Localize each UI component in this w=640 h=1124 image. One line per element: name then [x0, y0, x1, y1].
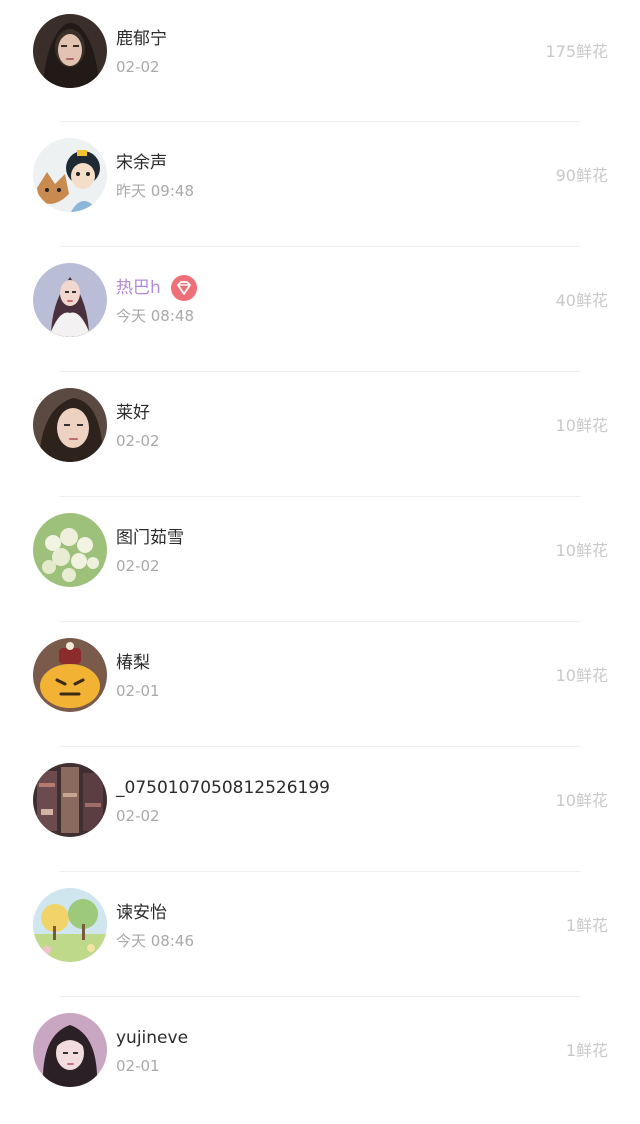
flower-count: 10鲜花 — [555, 541, 608, 560]
list-item[interactable]: 莱好 02-02 10鲜花 — [0, 374, 640, 499]
list-item[interactable]: 热巴h 今天 08:48 40鲜花 — [0, 249, 640, 374]
list-item[interactable]: 椿梨 02-01 10鲜花 — [0, 624, 640, 749]
avatar[interactable] — [33, 888, 107, 962]
timestamp: 02-02 — [116, 807, 160, 825]
divider — [60, 996, 580, 997]
avatar[interactable] — [33, 1013, 107, 1087]
list-item[interactable]: _0750107050812526199 02-02 10鲜花 — [0, 749, 640, 874]
timestamp: 02-01 — [116, 682, 160, 700]
list-item[interactable]: 图门茹雪 02-02 10鲜花 — [0, 499, 640, 624]
timestamp: 今天 08:48 — [116, 307, 194, 325]
flower-count: 90鲜花 — [555, 166, 608, 185]
user-name[interactable]: 图门茹雪 — [116, 527, 184, 549]
flower-count: 1鲜花 — [565, 1041, 608, 1060]
avatar[interactable] — [33, 138, 107, 212]
avatar[interactable] — [33, 14, 107, 88]
user-name[interactable]: _0750107050812526199 — [116, 777, 330, 799]
timestamp: 02-02 — [116, 557, 160, 575]
user-name[interactable]: 椿梨 — [116, 652, 150, 674]
list-item[interactable]: 鹿郁宁 02-02 175鲜花 — [0, 0, 640, 125]
timestamp: 02-02 — [116, 58, 160, 76]
divider — [60, 621, 580, 622]
avatar[interactable] — [33, 638, 107, 712]
divider — [60, 871, 580, 872]
divider — [60, 371, 580, 372]
user-name[interactable]: 宋余声 — [116, 152, 167, 174]
gift-ranking-list: 鹿郁宁 02-02 175鲜花 宋余声 昨天 09:48 90鲜花 热巴h 今天… — [0, 0, 640, 1100]
list-item[interactable]: yujineve 02-01 1鲜花 — [0, 999, 640, 1124]
flower-count: 10鲜花 — [555, 416, 608, 435]
divider — [60, 746, 580, 747]
user-name[interactable]: 鹿郁宁 — [116, 28, 167, 50]
user-name[interactable]: 莱好 — [116, 402, 150, 424]
timestamp: 02-01 — [116, 1057, 160, 1075]
timestamp: 02-02 — [116, 432, 160, 450]
timestamp: 昨天 09:48 — [116, 182, 194, 200]
avatar[interactable] — [33, 513, 107, 587]
flower-count: 10鲜花 — [555, 791, 608, 810]
user-name[interactable]: 谏安怡 — [116, 902, 167, 924]
divider — [60, 246, 580, 247]
flower-count: 40鲜花 — [555, 291, 608, 310]
divider — [60, 496, 580, 497]
avatar[interactable] — [33, 263, 107, 337]
list-item[interactable]: 谏安怡 今天 08:46 1鲜花 — [0, 874, 640, 999]
avatar[interactable] — [33, 388, 107, 462]
flower-count: 175鲜花 — [545, 42, 608, 61]
divider — [60, 121, 580, 122]
user-name[interactable]: yujineve — [116, 1027, 188, 1049]
list-item[interactable]: 宋余声 昨天 09:48 90鲜花 — [0, 124, 640, 249]
avatar[interactable] — [33, 763, 107, 837]
diamond-icon — [171, 275, 197, 301]
flower-count: 1鲜花 — [565, 916, 608, 935]
user-name[interactable]: 热巴h — [116, 277, 161, 299]
timestamp: 今天 08:46 — [116, 932, 194, 950]
flower-count: 10鲜花 — [555, 666, 608, 685]
